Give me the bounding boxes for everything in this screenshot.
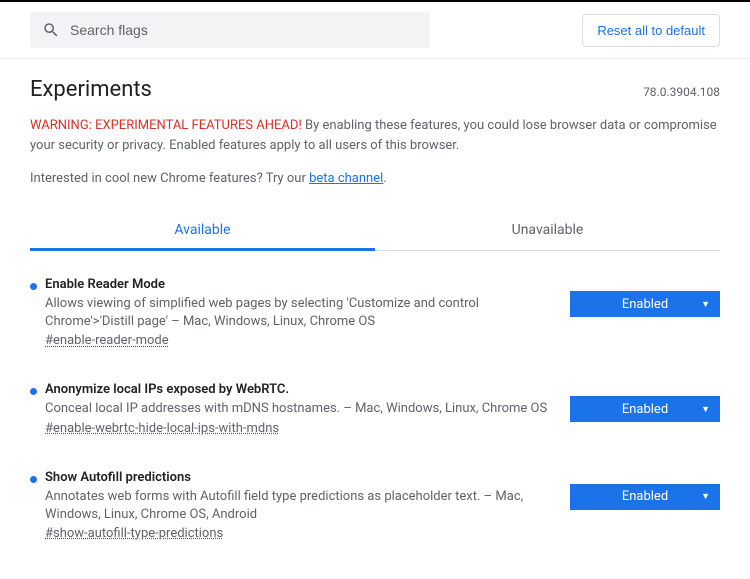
flag-description: Conceal local IP addresses with mDNS hos…: [45, 400, 550, 418]
flag-select-value: Enabled: [622, 297, 668, 312]
search-input[interactable]: [70, 22, 418, 38]
chevron-down-icon: ▼: [701, 491, 710, 502]
content: Experiments 78.0.3904.108 WARNING: EXPER…: [0, 59, 750, 541]
interest-suffix: .: [383, 171, 386, 186]
chevron-down-icon: ▼: [701, 404, 710, 415]
flag-text: Anonymize local IPs exposed by WebRTC. C…: [45, 382, 570, 435]
flag-description: Annotates web forms with Autofill field …: [45, 488, 550, 524]
flag-text: Show Autofill predictions Annotates web …: [45, 470, 570, 541]
tab-available[interactable]: Available: [30, 210, 375, 251]
flag-title: Anonymize local IPs exposed by WebRTC.: [45, 382, 550, 397]
beta-channel-link[interactable]: beta channel: [309, 171, 383, 186]
flag-title: Enable Reader Mode: [45, 277, 550, 292]
version-label: 78.0.3904.108: [643, 85, 720, 99]
flag-select[interactable]: Enabled ▼: [570, 484, 720, 510]
bullet-icon: [30, 388, 37, 395]
flag-title: Show Autofill predictions: [45, 470, 550, 485]
tabs: Available Unavailable: [30, 210, 720, 251]
reset-all-button[interactable]: Reset all to default: [582, 14, 720, 47]
flag-anchor-link[interactable]: #enable-reader-mode: [45, 333, 169, 348]
flag-item: Enable Reader Mode Allows viewing of sim…: [30, 277, 720, 348]
flag-select[interactable]: Enabled ▼: [570, 396, 720, 422]
flags-list: Enable Reader Mode Allows viewing of sim…: [30, 251, 720, 541]
flag-description: Allows viewing of simplified web pages b…: [45, 295, 550, 331]
bullet-icon: [30, 283, 37, 290]
search-icon: [42, 21, 60, 39]
header-row: Experiments 78.0.3904.108: [30, 77, 720, 102]
flag-anchor-link[interactable]: #enable-webrtc-hide-local-ips-with-mdns: [45, 421, 279, 436]
flag-item: Anonymize local IPs exposed by WebRTC. C…: [30, 382, 720, 435]
chevron-down-icon: ▼: [701, 299, 710, 310]
warning-prefix: WARNING: EXPERIMENTAL FEATURES AHEAD!: [30, 118, 302, 133]
flag-text: Enable Reader Mode Allows viewing of sim…: [45, 277, 570, 348]
interest-prefix: Interested in cool new Chrome features? …: [30, 171, 309, 186]
page-title: Experiments: [30, 77, 152, 102]
tab-unavailable[interactable]: Unavailable: [375, 210, 720, 250]
top-bar: Reset all to default: [0, 0, 750, 59]
flag-anchor-link[interactable]: #show-autofill-type-predictions: [45, 526, 223, 541]
flag-item: Show Autofill predictions Annotates web …: [30, 470, 720, 541]
warning-text: WARNING: EXPERIMENTAL FEATURES AHEAD! By…: [30, 116, 720, 155]
flag-select-value: Enabled: [622, 402, 668, 417]
flag-select[interactable]: Enabled ▼: [570, 291, 720, 317]
search-box[interactable]: [30, 12, 430, 48]
flag-select-value: Enabled: [622, 489, 668, 504]
interest-line: Interested in cool new Chrome features? …: [30, 171, 720, 186]
bullet-icon: [30, 476, 37, 483]
